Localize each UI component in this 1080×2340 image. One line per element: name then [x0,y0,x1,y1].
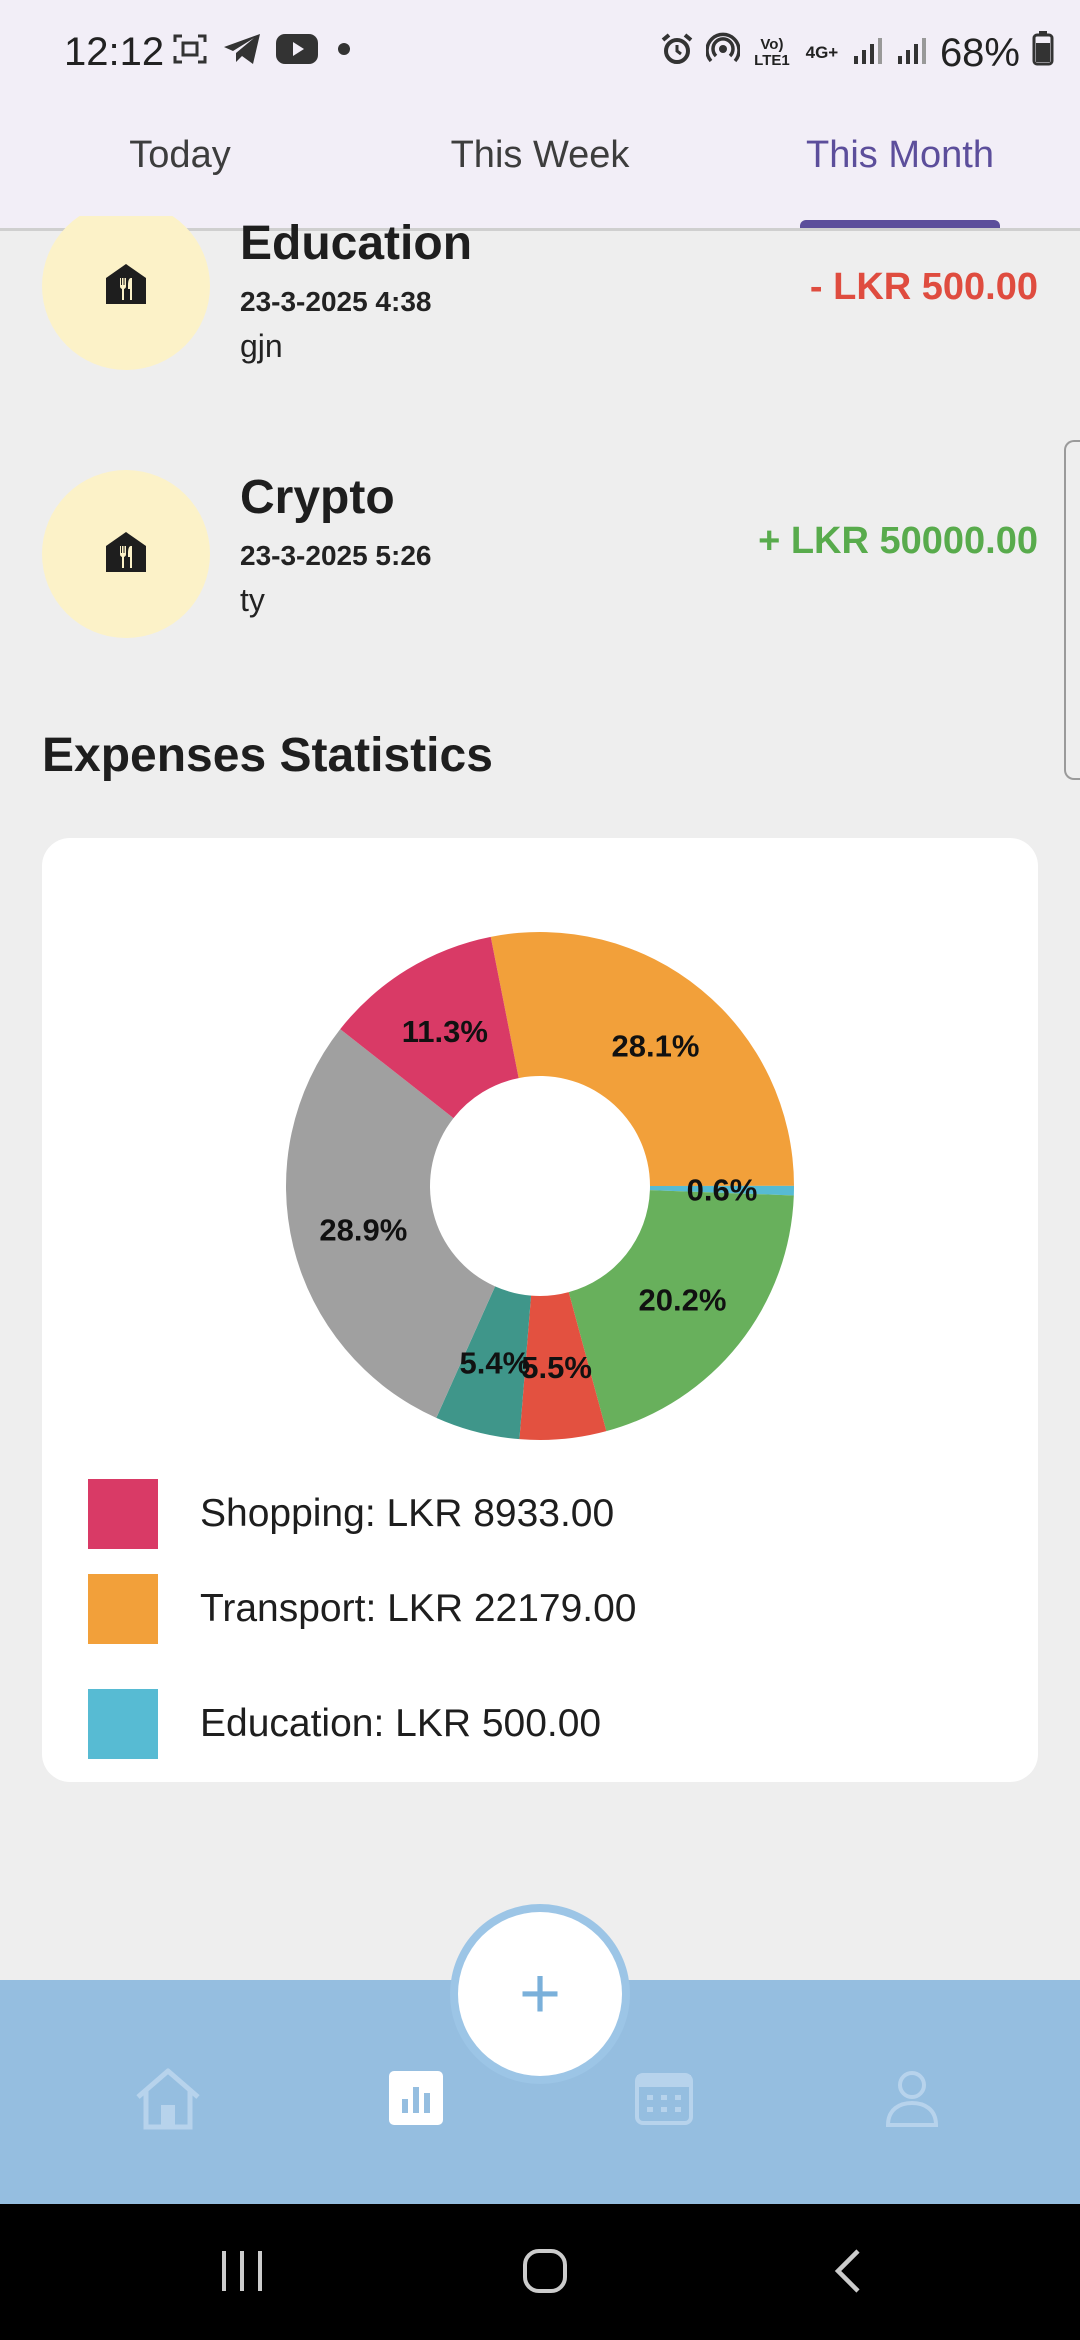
slice-label: 28.9% [319,1213,407,1248]
stats-icon [389,2070,443,2130]
add-transaction-button[interactable]: + [458,1912,622,2076]
transaction-note: gjn [240,328,283,364]
system-navigation-bar [0,2204,1080,2340]
screenshot-icon [172,33,208,70]
legend-swatch [88,1479,158,1549]
recents-button[interactable] [202,2238,282,2308]
recents-icon [218,2249,266,2298]
nav-home[interactable] [128,2060,208,2140]
slice-label: 5.4% [459,1345,530,1380]
status-time: 12:12 [64,30,165,74]
home-circle-icon [521,2247,569,2300]
home-system-button[interactable] [505,2238,585,2308]
transaction-item[interactable]: Crypto 23-3-2025 5:26 ty + LKR 50000.00 [0,470,1080,670]
transaction-amount: + LKR 50000.00 [758,520,1038,562]
legend-item: Shopping: LKR 8933.00 [88,1478,614,1550]
transaction-date: 23-3-2025 5:26 [240,540,432,571]
legend-item: Transport: LKR 22179.00 [88,1573,636,1645]
alarm-icon [660,31,694,76]
legend-item: Education: LKR 500.00 [88,1688,601,1760]
restaurant-icon [102,528,150,581]
battery-icon [1032,30,1054,76]
youtube-icon [276,34,318,69]
transaction-title: Crypto [240,471,395,524]
profile-icon [884,2069,940,2132]
section-title: Expenses Statistics [42,729,493,782]
slice-label: 28.1% [612,1028,700,1063]
scroll-handle[interactable] [1064,440,1080,780]
home-icon [132,2065,204,2136]
nav-calendar[interactable] [624,2060,704,2140]
nav-statistics[interactable] [376,2060,456,2140]
period-tabs: Today This Week This Month [0,110,1080,231]
tab-today[interactable]: Today [100,134,260,177]
legend-label: Shopping: LKR 8933.00 [200,1492,615,1535]
battery-percent: 68% [939,30,1020,75]
category-avatar [42,470,210,638]
tab-this-week[interactable]: This Week [430,134,650,177]
expenses-donut-chart: 28.1% 0.6% 20.2% 5.5%5.4% 28.9% 11.3% [286,932,794,1440]
tab-this-month[interactable]: This Month [790,134,1010,177]
legend-swatch [88,1574,158,1644]
back-icon [828,2247,868,2300]
slice-label: 0.6% [687,1172,758,1207]
statistics-card: 28.1% 0.6% 20.2% 5.5% 5.4% 28.9% 11.3% Shoppin… [42,838,1038,1782]
legend-label: Education: LKR 500.00 [200,1702,602,1745]
hotspot-icon [705,31,741,76]
transaction-date: 23-3-2025 4:38 [240,286,432,317]
volte-icon: Vo) LTE1 [754,36,790,69]
plus-icon: + [518,1954,562,2034]
restaurant-icon [102,260,150,313]
slice-label: 5.5% [521,1350,592,1385]
telegram-icon [222,32,262,71]
transaction-item[interactable]: Education 23-3-2025 4:38 gjn - LKR 500.0… [0,216,1080,400]
slice-label: 20.2% [638,1282,726,1317]
dot-icon [332,34,356,69]
back-button[interactable] [808,2238,888,2308]
slice-label: 11.3% [402,1014,488,1049]
status-bar: 12:12 Vo) LTE1 4G+ 68% [0,0,1080,110]
calendar-icon [635,2071,693,2130]
legend-swatch [88,1689,158,1759]
transaction-title: Education [240,217,473,270]
transaction-note: ty [240,582,265,618]
signal-icon [852,31,884,76]
category-avatar [42,216,210,370]
legend-label: Transport: LKR 22179.00 [200,1587,637,1630]
signal-icon [896,31,928,76]
network-4g-icon: 4G+ [805,43,839,62]
transaction-amount: - LKR 500.00 [809,266,1038,308]
nav-profile[interactable] [872,2060,952,2140]
